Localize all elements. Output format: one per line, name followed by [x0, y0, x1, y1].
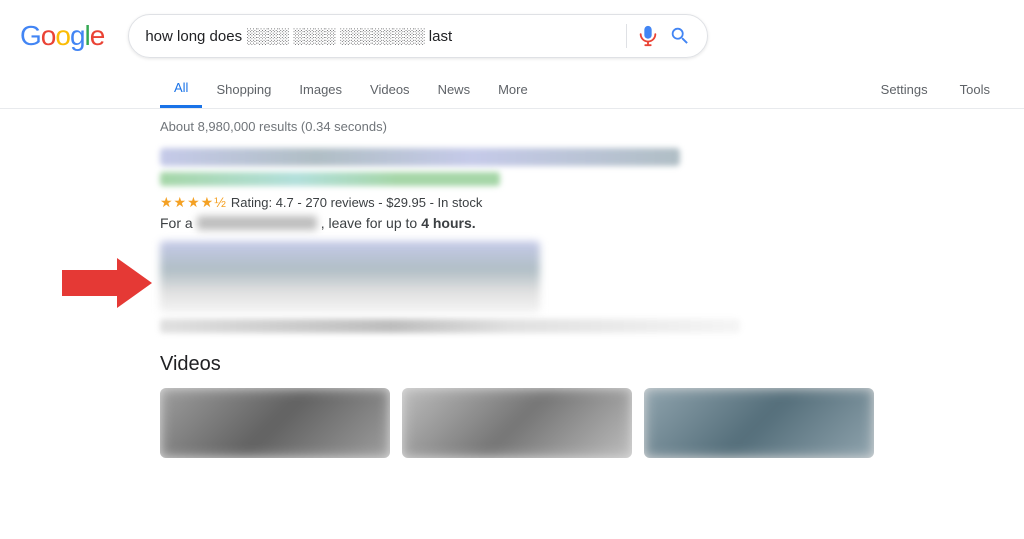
result-url-blurred: [160, 172, 500, 186]
results-area: About 8,980,000 results (0.34 seconds) ★…: [0, 109, 1024, 333]
videos-heading: Videos: [160, 353, 1024, 376]
page-wrapper: G o o g l e All Shopping Images Video: [0, 0, 1024, 458]
search-bar: [128, 14, 708, 58]
search-icon[interactable]: [669, 25, 691, 47]
image-strip-extra: [160, 319, 740, 333]
search-divider: [626, 24, 627, 48]
results-count: About 8,980,000 results (0.34 seconds): [160, 119, 1024, 134]
header: G o o g l e: [0, 0, 1024, 58]
video-thumb-1-image: [160, 388, 390, 458]
result-rating: ★★★★½ Rating: 4.7 - 270 reviews - $29.95…: [160, 194, 760, 211]
tab-tools[interactable]: Tools: [946, 72, 1004, 107]
red-arrow-icon: [62, 258, 152, 308]
mic-icon[interactable]: [637, 25, 659, 47]
result-item: ★★★★½ Rating: 4.7 - 270 reviews - $29.95…: [160, 148, 760, 333]
video-thumb-3[interactable]: [644, 388, 874, 458]
tab-more[interactable]: More: [484, 72, 542, 107]
desc-suffix: , leave for up to: [321, 215, 418, 231]
tab-images[interactable]: Images: [285, 72, 356, 107]
video-thumbnails: [160, 388, 1024, 458]
tab-settings[interactable]: Settings: [867, 72, 942, 107]
logo-e: e: [90, 20, 105, 52]
rating-text: Rating: 4.7 - 270 reviews - $29.95 - In …: [231, 195, 482, 210]
desc-blurred: [197, 216, 317, 230]
tab-all[interactable]: All: [160, 70, 202, 108]
tab-shopping[interactable]: Shopping: [202, 72, 285, 107]
nav-tabs: All Shopping Images Videos News More Set…: [0, 62, 1024, 109]
video-thumb-2[interactable]: [402, 388, 632, 458]
logo-o1: o: [41, 20, 56, 52]
logo-g2: g: [70, 20, 85, 52]
image-strip-container: [160, 241, 760, 333]
tab-videos[interactable]: Videos: [356, 72, 424, 107]
red-arrow-container: [62, 258, 152, 313]
tab-news[interactable]: News: [424, 72, 485, 107]
star-icons: ★★★★½: [160, 194, 227, 211]
result-title-blurred: [160, 148, 680, 166]
logo-o2: o: [55, 20, 70, 52]
desc-prefix: For a: [160, 215, 193, 231]
video-thumb-3-image: [644, 388, 874, 458]
desc-bold: 4 hours.: [421, 215, 475, 231]
nav-right: Settings Tools: [867, 72, 1024, 107]
videos-section: Videos: [0, 353, 1024, 458]
video-thumb-2-image: [402, 388, 632, 458]
logo-g: G: [20, 20, 41, 52]
google-logo: G o o g l e: [20, 20, 104, 52]
search-input[interactable]: [145, 28, 616, 45]
image-strip-blurred: [160, 241, 540, 313]
result-description: For a , leave for up to 4 hours.: [160, 215, 760, 231]
video-thumb-1[interactable]: [160, 388, 390, 458]
